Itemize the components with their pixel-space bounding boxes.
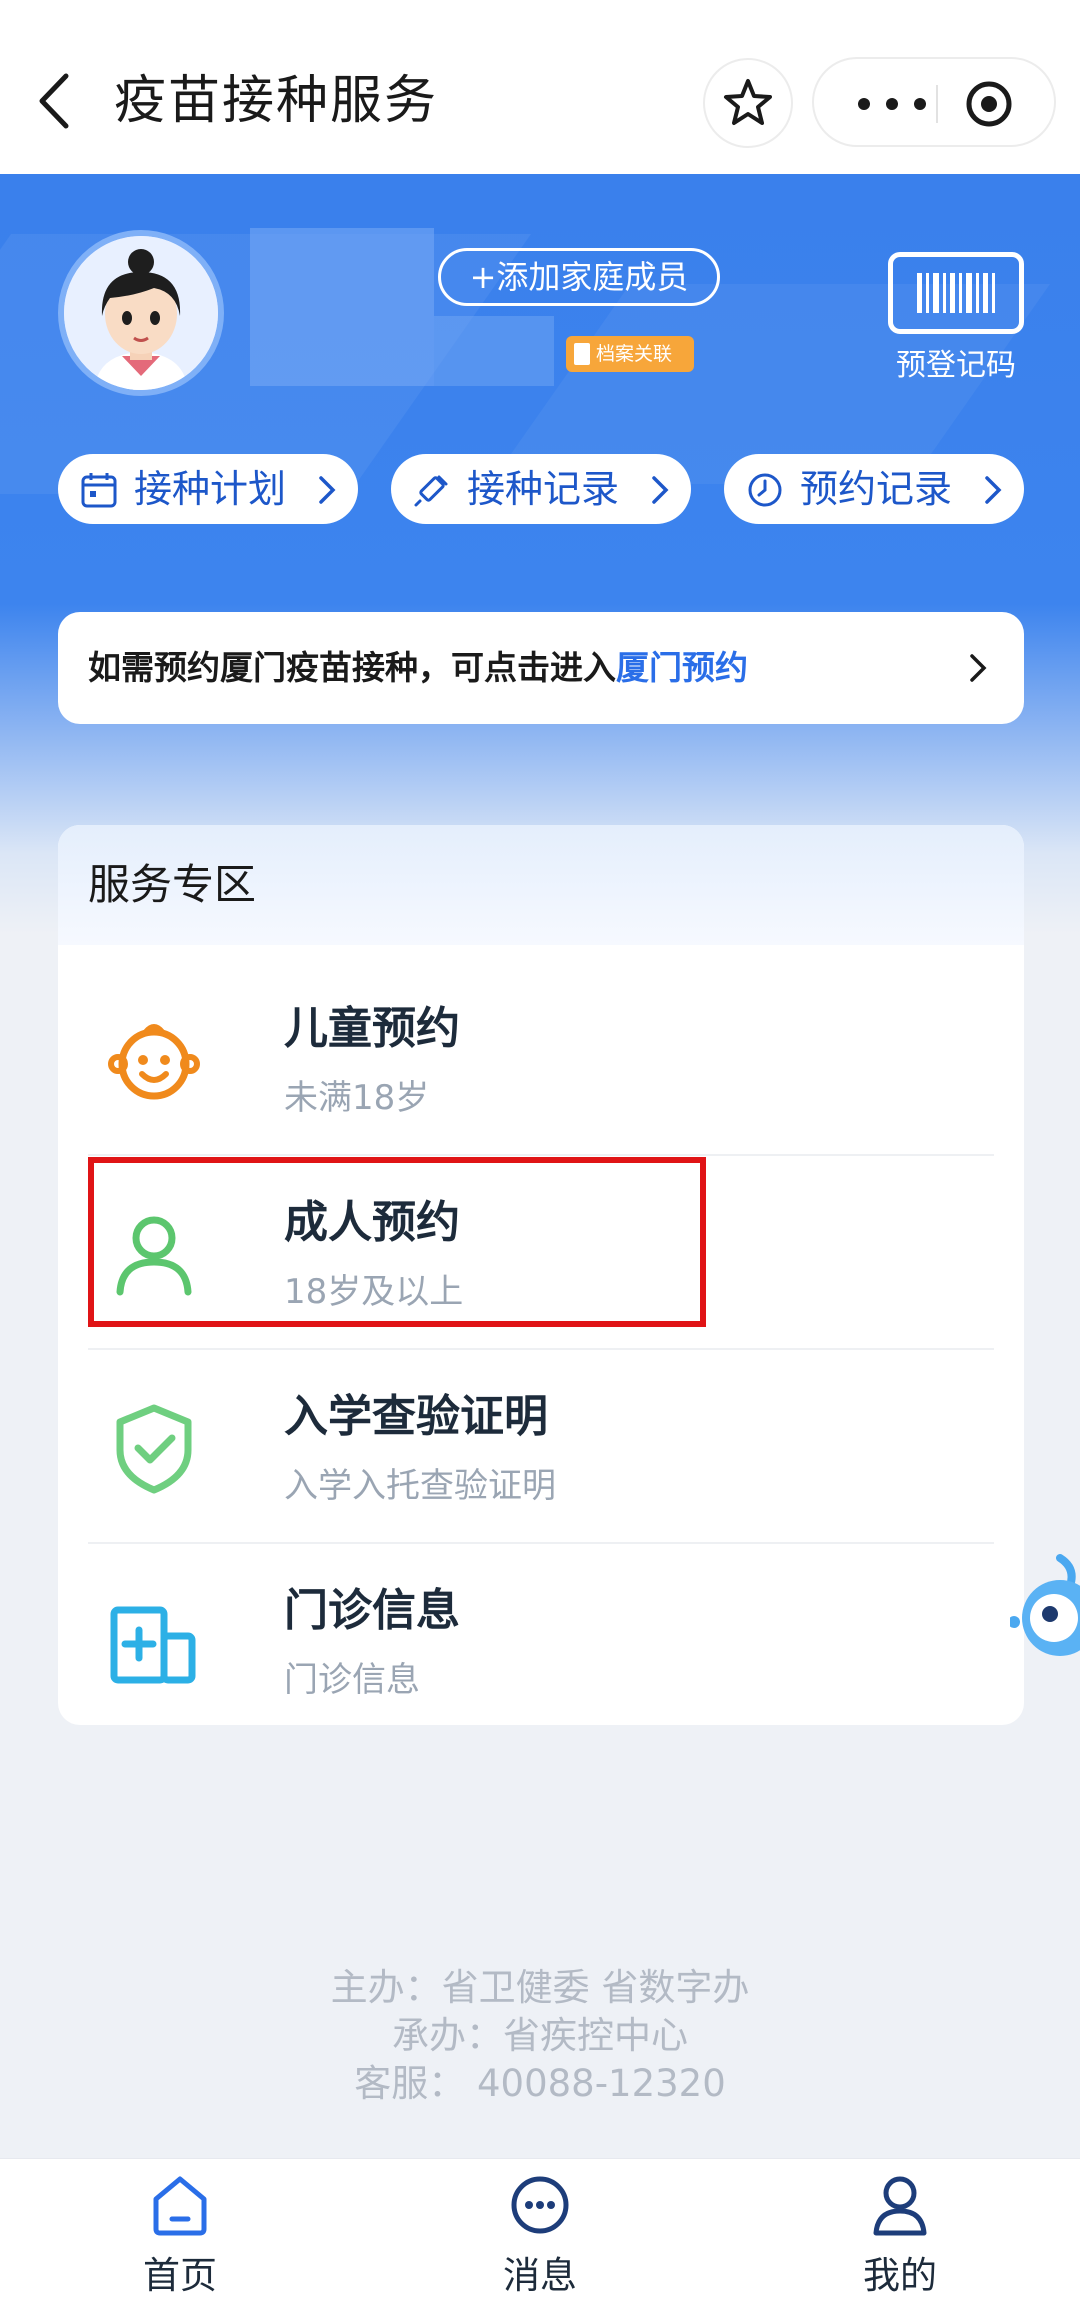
add-family-button[interactable]: +添加家庭成员 xyxy=(438,248,720,306)
name-masked xyxy=(434,316,554,386)
name-masked xyxy=(250,228,434,386)
page-title: 疫苗接种服务 xyxy=(114,71,439,131)
back-icon[interactable] xyxy=(30,66,80,136)
close-target-icon[interactable] xyxy=(964,79,1014,129)
shield-check-icon xyxy=(116,1404,192,1494)
service-item-clinic[interactable]: 门诊信息 门诊信息 xyxy=(88,1544,994,1725)
star-icon xyxy=(724,79,772,125)
footer-organizer: 承办：省疾控中心 xyxy=(392,2014,688,2057)
item-title: 儿童预约 xyxy=(284,1003,460,1054)
nav-label: 消息 xyxy=(503,2254,577,2297)
highlight-box xyxy=(88,1157,706,1327)
notice-text: 如需预约厦门疫苗接种，可点击进入厦门预约 xyxy=(88,612,748,724)
service-title: 服务专区 xyxy=(88,860,257,909)
xiamen-notice[interactable]: 如需预约厦门疫苗接种，可点击进入厦门预约 xyxy=(58,612,1024,724)
chevron-right-icon xyxy=(652,476,669,504)
plan-pill[interactable]: 接种计划 xyxy=(58,454,358,524)
nav-mine[interactable]: 我的 xyxy=(800,2173,1000,2303)
service-item-child[interactable]: 儿童预约 未满18岁 xyxy=(88,962,994,1156)
clock-icon xyxy=(748,473,782,507)
nav-label: 我的 xyxy=(863,2254,937,2297)
item-title: 入学查验证明 xyxy=(284,1391,548,1442)
capsule-divider xyxy=(936,85,938,123)
footer-sponsor: 主办：省卫健委 省数字办 xyxy=(330,1966,750,2009)
bottom-nav: 首页 消息 我的 xyxy=(0,2158,1080,2313)
notice-main: 如需预约厦门疫苗接种，可点击进入 xyxy=(88,648,616,687)
record-pill[interactable]: 接种记录 xyxy=(391,454,691,524)
nav-label: 首页 xyxy=(143,2254,217,2297)
footer-info: 主办：省卫健委 省数字办 承办：省疾控中心 客服： 40088-12320 xyxy=(0,1964,1080,2108)
more-icon[interactable] xyxy=(852,87,932,121)
favorite-button[interactable] xyxy=(703,58,793,148)
qr-label: 预登记码 xyxy=(896,348,1016,383)
chevron-right-icon xyxy=(985,476,1002,504)
mini-program-capsule xyxy=(812,57,1056,147)
nav-messages[interactable]: 消息 xyxy=(440,2173,640,2303)
message-icon xyxy=(511,2176,569,2234)
mascot-icon[interactable] xyxy=(1010,1552,1080,1672)
user-icon xyxy=(873,2176,927,2236)
barcode-icon xyxy=(917,273,995,313)
nav-home[interactable]: 首页 xyxy=(80,2173,280,2303)
item-subtitle: 未满18岁 xyxy=(284,1078,430,1118)
file-badge-label: 档案关联 xyxy=(596,343,673,365)
child-face-icon xyxy=(108,1024,200,1100)
appointment-pill[interactable]: 预约记录 xyxy=(724,454,1024,524)
home-icon xyxy=(153,2176,207,2236)
footer-service: 客服： 40088-12320 xyxy=(354,2062,726,2105)
calendar-icon xyxy=(81,473,117,508)
pill-label: 接种记录 xyxy=(467,467,620,511)
chevron-right-icon xyxy=(970,654,987,682)
item-subtitle: 入学入托查验证明 xyxy=(284,1466,556,1506)
clinic-icon xyxy=(110,1606,196,1684)
pill-label: 预约记录 xyxy=(800,467,953,511)
item-subtitle: 门诊信息 xyxy=(284,1660,420,1700)
avatar[interactable] xyxy=(58,230,224,396)
item-title: 门诊信息 xyxy=(284,1585,460,1636)
girl-avatar-icon xyxy=(64,236,218,390)
file-link-badge[interactable]: 档案关联 xyxy=(566,336,694,372)
vaccine-icon xyxy=(414,475,448,507)
service-item-school[interactable]: 入学查验证明 入学入托查验证明 xyxy=(88,1350,994,1544)
chevron-right-icon xyxy=(319,476,336,504)
pill-label: 接种计划 xyxy=(134,467,287,511)
barcode-button[interactable] xyxy=(888,252,1024,334)
top-bar: 疫苗接种服务 xyxy=(0,0,1080,174)
file-icon xyxy=(574,343,590,365)
notice-link[interactable]: 厦门预约 xyxy=(616,648,748,687)
